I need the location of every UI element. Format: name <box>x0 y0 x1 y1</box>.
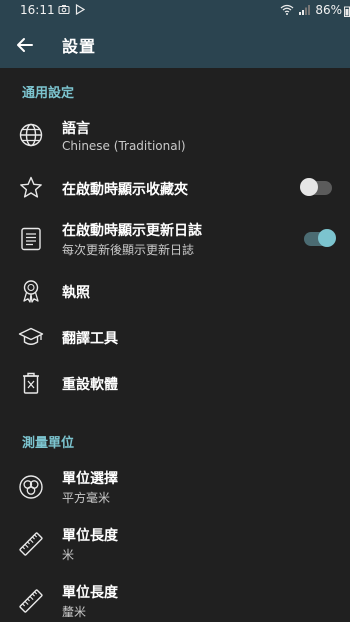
license-label: 執照 <box>62 285 90 301</box>
unit-circles-icon <box>18 474 44 500</box>
reset-label: 重設軟體 <box>62 377 118 393</box>
star-icon <box>18 175 44 201</box>
language-value: Chinese (Traditional) <box>62 139 186 153</box>
settings-item-translation[interactable]: 翻譯工具 <box>0 320 350 356</box>
section-header-general: 通用設定 <box>22 86 75 101</box>
toggle-knob <box>318 229 336 247</box>
camera-notification-icon <box>58 4 70 18</box>
back-arrow-icon[interactable] <box>14 34 36 56</box>
settings-item-unit-length-2[interactable]: 單位長度 釐米 <box>0 578 350 622</box>
ruler-icon <box>18 531 44 557</box>
section-header-units: 測量單位 <box>22 436 75 451</box>
show-changelog-description: 每次更新後顯示更新日誌 <box>62 243 195 257</box>
status-time: 16:11 <box>20 3 55 17</box>
signal-icon <box>298 4 310 18</box>
translation-label: 翻譯工具 <box>62 331 118 347</box>
toggle-knob <box>300 178 318 196</box>
award-ribbon-icon <box>18 278 44 304</box>
page-title: 設置 <box>62 37 97 56</box>
ruler-icon <box>18 588 44 614</box>
show-favorites-label: 在啟動時顯示收藏夾 <box>62 182 188 198</box>
globe-icon <box>18 122 44 148</box>
wifi-icon <box>280 4 294 18</box>
unit-select-label: 單位選擇 <box>62 471 118 487</box>
status-bar: 16:11 86% <box>0 0 350 22</box>
battery-level: 86% <box>315 3 342 17</box>
language-label: 語言 <box>62 121 90 137</box>
settings-item-reset[interactable]: 重設軟體 <box>0 366 350 402</box>
settings-item-language[interactable]: 語言 Chinese (Traditional) <box>0 110 350 160</box>
unit-length-label: 單位長度 <box>62 528 118 544</box>
app-bar: 設置 <box>0 22 350 68</box>
unit-select-value: 平方毫米 <box>62 491 111 505</box>
settings-item-unit-select[interactable]: 單位選擇 平方毫米 <box>0 464 350 512</box>
show-favorites-toggle[interactable] <box>300 178 332 196</box>
show-changelog-toggle[interactable] <box>304 229 336 247</box>
battery-icon <box>344 6 350 20</box>
unit-length-value: 米 <box>62 548 75 562</box>
show-changelog-label: 在啟動時顯示更新日誌 <box>62 223 202 239</box>
play-store-notification-icon <box>75 3 86 18</box>
document-list-icon <box>18 226 44 252</box>
unit-length-2-label: 單位長度 <box>62 585 118 601</box>
settings-item-license[interactable]: 執照 <box>0 274 350 310</box>
unit-length-2-value: 釐米 <box>62 605 87 619</box>
settings-item-unit-length[interactable]: 單位長度 米 <box>0 521 350 569</box>
settings-item-show-changelog[interactable]: 在啟動時顯示更新日誌 每次更新後顯示更新日誌 <box>0 216 350 264</box>
settings-item-show-favorites[interactable]: 在啟動時顯示收藏夾 <box>0 170 350 206</box>
trash-icon <box>18 370 44 396</box>
graduation-cap-icon <box>18 324 44 350</box>
